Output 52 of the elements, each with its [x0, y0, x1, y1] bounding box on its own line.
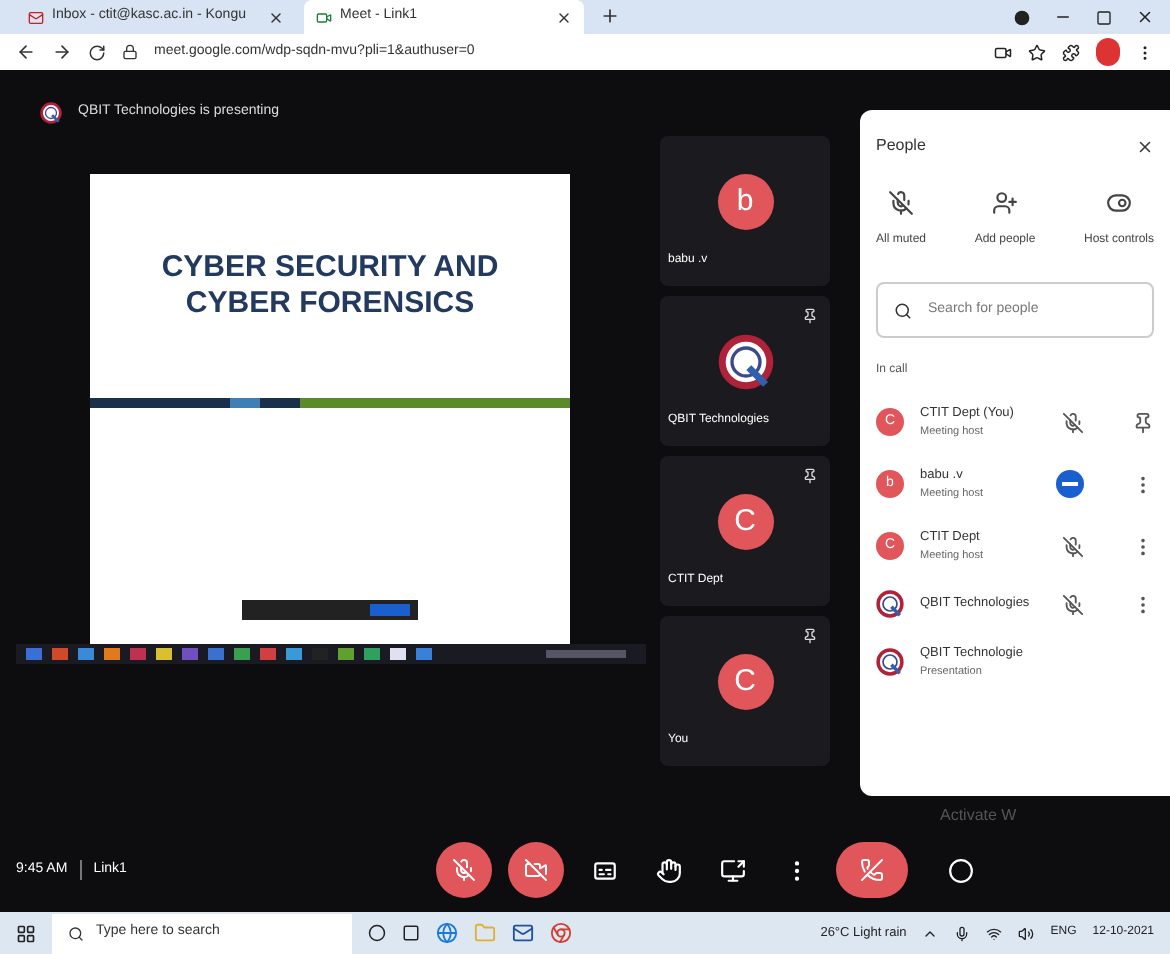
microphone-off-icon — [888, 190, 914, 217]
add-person-icon — [992, 190, 1018, 217]
star-icon[interactable] — [1028, 43, 1046, 62]
hang-up-button[interactable] — [836, 842, 908, 899]
pin-icon[interactable] — [802, 468, 818, 485]
q-logo-avatar — [876, 648, 904, 677]
speaker-icon[interactable] — [1018, 925, 1035, 942]
back-icon[interactable] — [16, 42, 36, 63]
forward-icon[interactable] — [52, 42, 72, 63]
toggle-icon — [1105, 190, 1132, 217]
microphone-icon[interactable] — [954, 925, 971, 942]
microphone-off-icon — [452, 858, 476, 883]
chrome-icon[interactable] — [550, 922, 572, 945]
avatar: C — [717, 494, 773, 551]
panel-title: People — [876, 134, 926, 159]
close-window-icon[interactable] — [1136, 8, 1154, 26]
windows-start-icon[interactable] — [16, 923, 36, 944]
camera-off-icon — [524, 858, 548, 883]
q-logo-avatar — [876, 590, 904, 619]
lock-icon — [122, 44, 138, 61]
slide-title: CYBER SECURITY AND CYBER FORENSICS — [159, 250, 501, 323]
phone-icon — [860, 858, 884, 883]
task-view-icon[interactable] — [402, 924, 420, 943]
record-icon — [1014, 9, 1030, 25]
avatar: C — [717, 654, 773, 711]
q-logo-icon — [40, 101, 62, 124]
pin-icon[interactable] — [802, 308, 818, 325]
maximize-icon[interactable] — [1096, 9, 1112, 25]
video-icon — [316, 9, 332, 25]
activation-notice: Activate W — [940, 804, 1017, 829]
mail-icon — [28, 9, 44, 25]
pin-icon[interactable] — [1132, 411, 1154, 434]
camera-button[interactable] — [508, 842, 564, 899]
close-icon[interactable] — [556, 9, 572, 25]
close-icon[interactable] — [1136, 137, 1154, 156]
wifi-icon[interactable] — [986, 925, 1003, 942]
screen-share-icon — [719, 857, 745, 884]
hand-icon — [655, 857, 681, 884]
search-icon — [894, 301, 912, 320]
close-icon[interactable] — [268, 9, 284, 25]
search-icon — [68, 925, 84, 942]
microphone-button[interactable] — [436, 842, 492, 899]
avatar: b — [717, 174, 773, 231]
reload-icon[interactable] — [88, 43, 106, 62]
camera-icon[interactable] — [994, 43, 1012, 62]
new-tab-icon[interactable] — [600, 6, 620, 26]
pin-icon[interactable] — [802, 628, 818, 645]
captions-icon — [591, 857, 617, 884]
q-logo-avatar — [717, 334, 773, 391]
mail-icon[interactable] — [512, 922, 534, 945]
extensions-icon[interactable] — [1062, 43, 1080, 62]
profile-avatar[interactable] — [1096, 38, 1120, 67]
